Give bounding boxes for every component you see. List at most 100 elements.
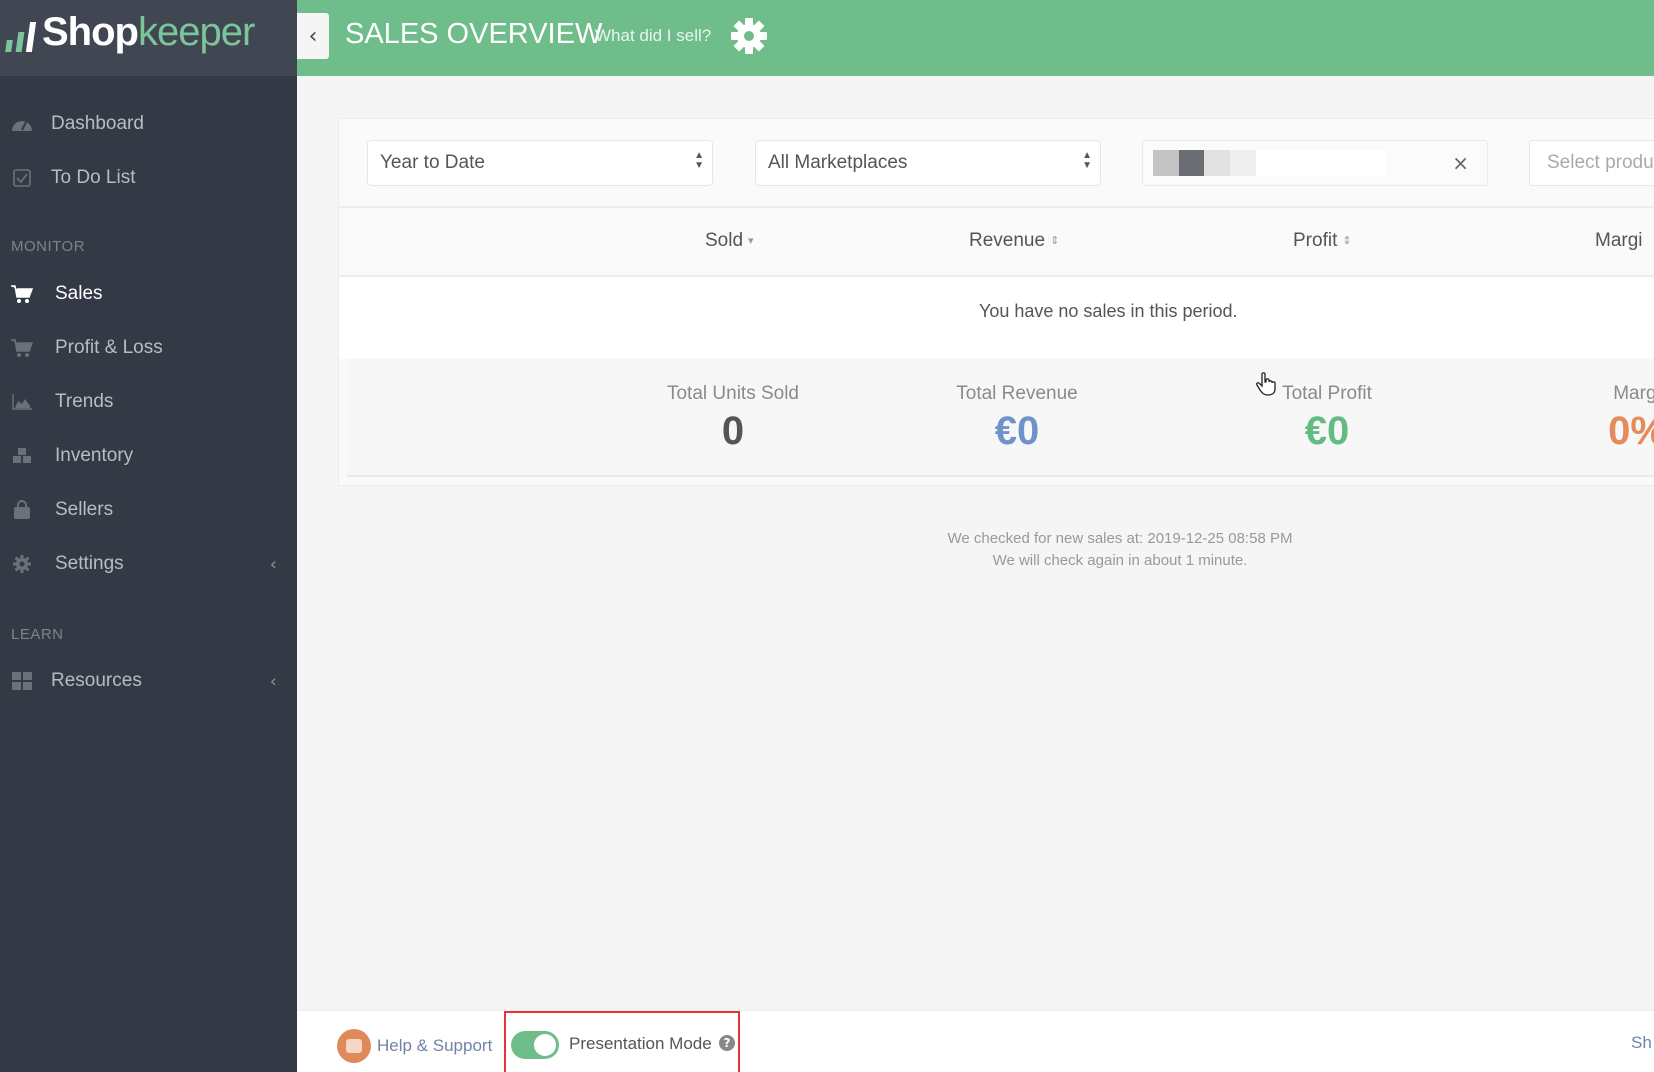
sidebar-item-label: Sellers [55, 499, 114, 520]
column-header-sold[interactable]: Sold ▾ [705, 230, 754, 252]
sidebar-item-trends[interactable]: Trends [0, 380, 297, 424]
sidebar-item-label: Dashboard [51, 113, 144, 134]
sidebar: Shopkeeper Dashboard To Do List MONITOR … [0, 0, 297, 1072]
chevron-left-icon: ‹ [269, 670, 277, 692]
sync-status: We checked for new sales at: 2019-12-25 … [760, 528, 1480, 572]
page-header: ‹ SALES OVERVIEW What did I sell? [297, 0, 1654, 76]
chat-bubble-icon [337, 1029, 371, 1063]
section-title-learn: LEARN [11, 626, 64, 643]
chevron-left-icon: ‹ [308, 23, 318, 49]
toggle-knob [534, 1034, 556, 1056]
logo-text: Shopkeeper [42, 10, 255, 55]
cart-icon [11, 283, 33, 305]
cart-icon [11, 337, 33, 359]
gear-icon[interactable] [730, 17, 768, 55]
help-support-link[interactable]: Help & Support [337, 1029, 492, 1063]
column-label: Sold [705, 230, 744, 251]
totals-row: Total Units Sold 0 Total Revenue €0 Tota… [347, 359, 1654, 477]
column-header-revenue[interactable]: Revenue ⇕ [969, 230, 1059, 252]
sidebar-item-label: Trends [55, 391, 114, 412]
period-select-value: Year to Date [380, 152, 485, 173]
sort-icon: ⇕ [1050, 235, 1060, 248]
select-arrows-icon: ▲ ▼ [1082, 150, 1092, 171]
question-circle-icon[interactable]: ? [719, 1035, 735, 1051]
period-select[interactable]: Year to Date ▲ ▼ [367, 140, 713, 186]
total-value: €0 [994, 409, 1040, 453]
redacted-block [1179, 150, 1204, 176]
presentation-mode-label: Presentation Mode [569, 1034, 712, 1053]
clear-icon[interactable]: × [1452, 151, 1469, 175]
total-label: Total Profit [1282, 383, 1372, 404]
sidebar-item-inventory[interactable]: Inventory [0, 434, 297, 478]
sidebar-item-dashboard[interactable]: Dashboard [0, 102, 297, 146]
gear-icon [11, 553, 33, 575]
footer: Help & Support Presentation Mode ? Sh [297, 1010, 1654, 1072]
collapse-sidebar-button[interactable]: ‹ [297, 13, 329, 59]
empty-state-row: You have no sales in this period. [339, 277, 1654, 358]
dashboard-icon [11, 113, 33, 135]
total-label: Margi [1613, 383, 1654, 404]
sidebar-item-sales[interactable]: Sales [0, 272, 297, 316]
page-subtitle: What did I sell? [595, 26, 712, 45]
last-checked-text: We checked for new sales at: 2019-12-25 … [947, 530, 1293, 547]
sidebar-item-to-do-list[interactable]: To Do List [0, 156, 297, 200]
column-header-profit[interactable]: Profit ⇕ [1293, 230, 1352, 252]
sidebar-item-settings[interactable]: Settings ‹ [0, 542, 297, 586]
grid-icon [11, 670, 33, 692]
column-label: Profit [1293, 230, 1338, 251]
sales-panel: Year to Date ▲ ▼ All Marketplaces ▲ ▼ × Se… [338, 118, 1654, 486]
total-units-sold: Total Units Sold 0 [667, 383, 799, 454]
redacted-block [1256, 150, 1386, 176]
total-label: Total Revenue [956, 383, 1078, 404]
area-chart-icon [11, 391, 33, 413]
sort-desc-icon: ▾ [748, 235, 754, 248]
sort-icon: ⇕ [1342, 235, 1352, 248]
redacted-block [1153, 150, 1179, 176]
logo-bars-icon [4, 20, 40, 52]
sidebar-item-label: Sales [55, 283, 103, 304]
column-label: Revenue [969, 230, 1046, 251]
logo-text-keeper: keeper [137, 10, 255, 54]
next-check-text: We will check again in about 1 minute. [992, 552, 1248, 569]
empty-state-message: You have no sales in this period. [979, 301, 1238, 321]
table-header: Sold ▾ Revenue ⇕ Profit ⇕ Margi [339, 208, 1654, 277]
footer-right-link[interactable]: Sh [1631, 1033, 1652, 1053]
total-profit: Total Profit €0 [1282, 383, 1372, 454]
product-select[interactable]: Select produ [1529, 140, 1654, 186]
section-title-monitor: MONITOR [11, 238, 86, 255]
sidebar-item-profit-loss[interactable]: Profit & Loss [0, 326, 297, 370]
shopping-bag-icon [11, 499, 33, 521]
product-select-placeholder: Select produ [1547, 152, 1654, 173]
checkbox-icon [11, 167, 33, 189]
sidebar-item-label: Inventory [55, 445, 134, 466]
page-title: SALES OVERVIEW [345, 18, 603, 50]
logo-text-shop: Shop [42, 10, 139, 54]
total-value: 0 [721, 409, 745, 453]
sidebar-item-label: Profit & Loss [55, 337, 163, 358]
total-value: 0% [1608, 409, 1654, 453]
marketplace-select-value: All Marketplaces [768, 152, 908, 173]
total-value: €0 [1304, 409, 1350, 453]
sidebar-item-sellers[interactable]: Sellers [0, 488, 297, 532]
select-arrows-icon: ▲ ▼ [694, 150, 704, 171]
sidebar-item-label: Resources [51, 670, 142, 691]
redacted-block [1230, 150, 1256, 176]
chevron-left-icon: ‹ [269, 553, 277, 575]
total-revenue: Total Revenue €0 [956, 383, 1077, 454]
column-header-margin[interactable]: Margi [1595, 230, 1643, 252]
filter-row: Year to Date ▲ ▼ All Marketplaces ▲ ▼ × Se… [339, 119, 1654, 208]
help-support-label: Help & Support [377, 1036, 493, 1055]
hand-pointer-cursor-icon [1256, 372, 1278, 402]
sidebar-item-resources[interactable]: Resources ‹ [0, 659, 297, 703]
total-margin: Margi 0% [1608, 383, 1654, 454]
presentation-mode-toggle[interactable] [511, 1031, 559, 1059]
sidebar-item-label: Settings [55, 553, 124, 574]
logo[interactable]: Shopkeeper [0, 0, 297, 76]
marketplace-select[interactable]: All Marketplaces ▲ ▼ [755, 140, 1101, 186]
sidebar-item-label: To Do List [51, 167, 136, 188]
column-label: Margi [1595, 230, 1643, 251]
total-label: Total Units Sold [666, 383, 800, 404]
redacted-filter-field[interactable]: × [1142, 140, 1488, 186]
redacted-block [1204, 150, 1230, 176]
cubes-icon [11, 445, 33, 467]
